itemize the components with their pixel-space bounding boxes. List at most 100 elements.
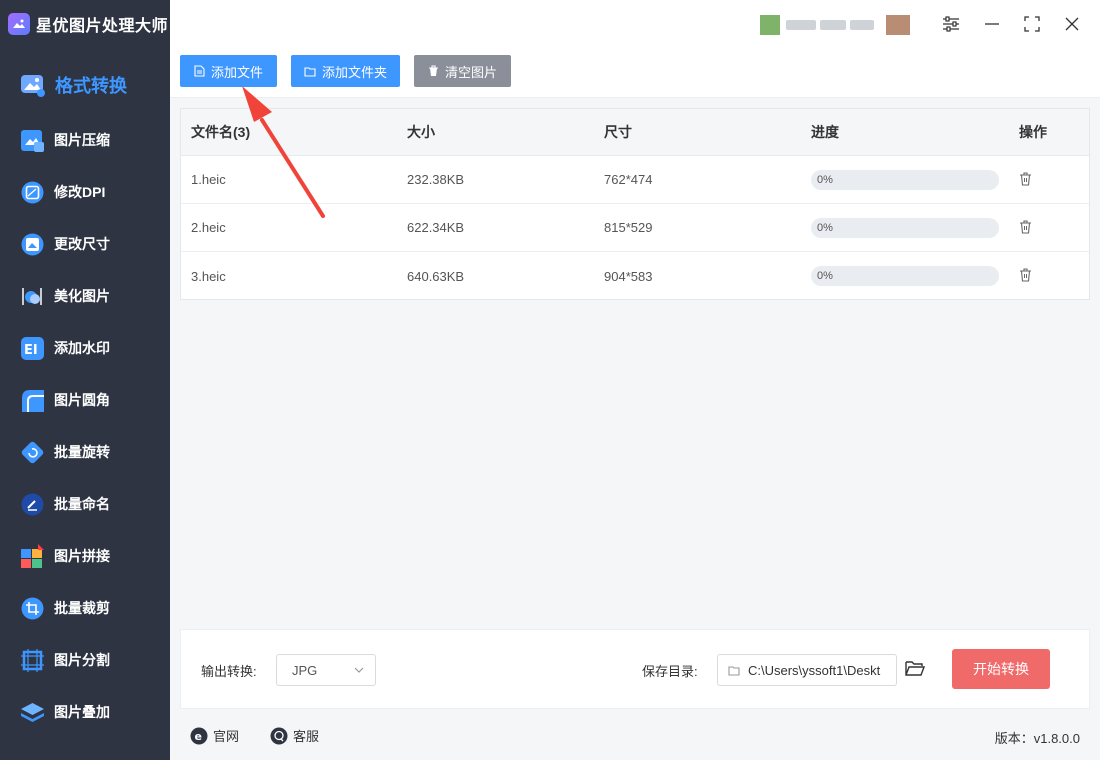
rotate-icon xyxy=(20,440,45,465)
sidebar-item-label: 图片圆角 xyxy=(54,392,110,408)
delete-row-icon[interactable] xyxy=(1019,268,1032,285)
sidebar-item-round-corner[interactable]: 图片圆角 xyxy=(0,374,170,426)
sidebar: 星优图片处理大师 格式转换 图片压缩 修改DPI 更改尺寸 美化图片 EI 添加… xyxy=(0,0,170,760)
start-convert-button[interactable]: 开始转换 xyxy=(952,649,1050,689)
svg-text:e: e xyxy=(195,730,202,743)
resize-icon xyxy=(20,232,45,257)
progress-bar: 0% xyxy=(811,170,999,190)
delete-row-icon[interactable] xyxy=(1019,220,1032,237)
sidebar-item-dpi[interactable]: 修改DPI xyxy=(0,166,170,218)
avatar xyxy=(760,15,780,35)
image-convert-icon xyxy=(20,72,46,98)
header-dimensions: 尺寸 xyxy=(604,124,632,140)
dpi-icon xyxy=(20,180,45,205)
output-format-value: JPG xyxy=(292,662,318,678)
clear-images-label: 清空图片 xyxy=(444,64,497,80)
sidebar-item-label: 图片叠加 xyxy=(54,704,110,720)
file-dimensions: 815*529 xyxy=(604,220,653,235)
table-row[interactable]: 1.heic 232.38KB 762*474 0% xyxy=(181,156,1089,204)
watermark-icon: EI xyxy=(20,336,45,361)
blurred-badge xyxy=(886,15,910,35)
rename-icon xyxy=(20,492,45,517)
folder-icon xyxy=(728,665,740,676)
ie-icon: e xyxy=(190,727,208,745)
main-area: 添加文件 添加文件夹 清空图片 文件名(3) 大小 尺寸 进度 操作 1.hei… xyxy=(170,0,1100,760)
settings-sliders-icon[interactable] xyxy=(940,13,962,35)
split-icon xyxy=(20,648,45,673)
folder-icon xyxy=(304,66,316,77)
settings-panel: 输出转换: JPG 保存目录: C:\Users\yssoft1\Deskt 开… xyxy=(180,629,1090,709)
sidebar-item-label: 批量裁剪 xyxy=(54,600,110,616)
sidebar-item-compress[interactable]: 图片压缩 xyxy=(0,114,170,166)
file-table: 文件名(3) 大小 尺寸 进度 操作 1.heic 232.38KB 762*4… xyxy=(180,108,1090,300)
sidebar-item-label: 格式转换 xyxy=(55,76,127,96)
add-file-label: 添加文件 xyxy=(210,64,263,80)
toolbar: 添加文件 添加文件夹 清空图片 xyxy=(170,48,1100,98)
sidebar-item-watermark[interactable]: EI 添加水印 xyxy=(0,322,170,374)
compress-icon xyxy=(20,128,45,153)
sidebar-item-beautify[interactable]: 美化图片 xyxy=(0,270,170,322)
output-format-label: 输出转换: xyxy=(201,664,257,679)
sidebar-item-label: 美化图片 xyxy=(54,288,110,304)
layers-icon xyxy=(20,700,45,725)
progress-text: 0% xyxy=(817,174,833,186)
round-corner-icon xyxy=(20,388,45,413)
table-row[interactable]: 2.heic 622.34KB 815*529 0% xyxy=(181,204,1089,252)
support-link[interactable]: 客服 xyxy=(270,726,319,745)
sidebar-item-label: 图片拼接 xyxy=(54,548,110,564)
fullscreen-icon[interactable] xyxy=(1021,13,1043,35)
sidebar-item-layers[interactable]: 图片叠加 xyxy=(0,686,170,738)
sidebar-item-label: 图片分割 xyxy=(54,652,110,668)
beautify-icon xyxy=(20,284,45,309)
version-text: 版本：v1.8.0.0 xyxy=(994,731,1080,746)
chevron-down-icon xyxy=(353,664,365,679)
blurred-text xyxy=(820,20,846,30)
file-size: 232.38KB xyxy=(407,172,465,187)
trash-icon xyxy=(428,65,439,77)
header-actions: 操作 xyxy=(1019,124,1047,140)
table-header: 文件名(3) 大小 尺寸 进度 操作 xyxy=(181,109,1089,156)
close-icon[interactable] xyxy=(1061,13,1083,35)
stitch-icon xyxy=(20,543,45,569)
file-name: 1.heic xyxy=(191,172,226,187)
clear-images-button[interactable]: 清空图片 xyxy=(414,55,511,87)
svg-text:EI: EI xyxy=(24,343,38,358)
sidebar-item-stitch[interactable]: 图片拼接 xyxy=(0,530,170,582)
sidebar-item-crop[interactable]: 批量裁剪 xyxy=(0,582,170,634)
output-format-select[interactable]: JPG xyxy=(276,654,376,686)
app-header: 星优图片处理大师 xyxy=(0,0,170,48)
file-icon xyxy=(194,65,205,77)
minimize-icon[interactable] xyxy=(981,13,1003,35)
chat-icon xyxy=(270,727,288,745)
progress-text: 0% xyxy=(817,270,833,282)
title-bar xyxy=(170,0,1100,48)
add-file-button[interactable]: 添加文件 xyxy=(180,55,277,87)
sidebar-item-label: 更改尺寸 xyxy=(54,236,110,252)
file-dimensions: 904*583 xyxy=(604,268,653,284)
add-folder-button[interactable]: 添加文件夹 xyxy=(291,55,400,87)
sidebar-nav: 格式转换 图片压缩 修改DPI 更改尺寸 美化图片 EI 添加水印 图片圆角 批… xyxy=(0,56,170,738)
add-folder-label: 添加文件夹 xyxy=(321,64,387,80)
browse-folder-icon[interactable] xyxy=(905,660,926,680)
file-name: 2.heic xyxy=(191,220,226,235)
footer: e 官网 客服 版本：v1.8.0.0 xyxy=(170,712,1100,760)
user-info-blurred xyxy=(760,12,920,38)
save-dir-label: 保存目录: xyxy=(642,664,698,679)
website-link[interactable]: e 官网 xyxy=(190,726,239,745)
save-path-field[interactable]: C:\Users\yssoft1\Deskt xyxy=(717,654,897,686)
app-title: 星优图片处理大师 xyxy=(36,18,169,35)
table-row[interactable]: 3.heic 640.63KB 904*583 0% xyxy=(181,252,1089,300)
blurred-text xyxy=(850,20,874,30)
progress-bar: 0% xyxy=(811,266,999,286)
sidebar-item-rotate[interactable]: 批量旋转 xyxy=(0,426,170,478)
sidebar-item-resize[interactable]: 更改尺寸 xyxy=(0,218,170,270)
sidebar-item-rename[interactable]: 批量命名 xyxy=(0,478,170,530)
save-path-value: C:\Users\yssoft1\Deskt xyxy=(748,662,881,678)
sidebar-item-split[interactable]: 图片分割 xyxy=(0,634,170,686)
sidebar-item-label: 图片压缩 xyxy=(54,132,110,148)
sidebar-item-label: 修改DPI xyxy=(54,184,106,200)
delete-row-icon[interactable] xyxy=(1019,172,1032,189)
sidebar-item-format-convert[interactable]: 格式转换 xyxy=(0,56,170,114)
progress-text: 0% xyxy=(817,222,833,234)
sidebar-item-label: 批量旋转 xyxy=(54,444,110,460)
